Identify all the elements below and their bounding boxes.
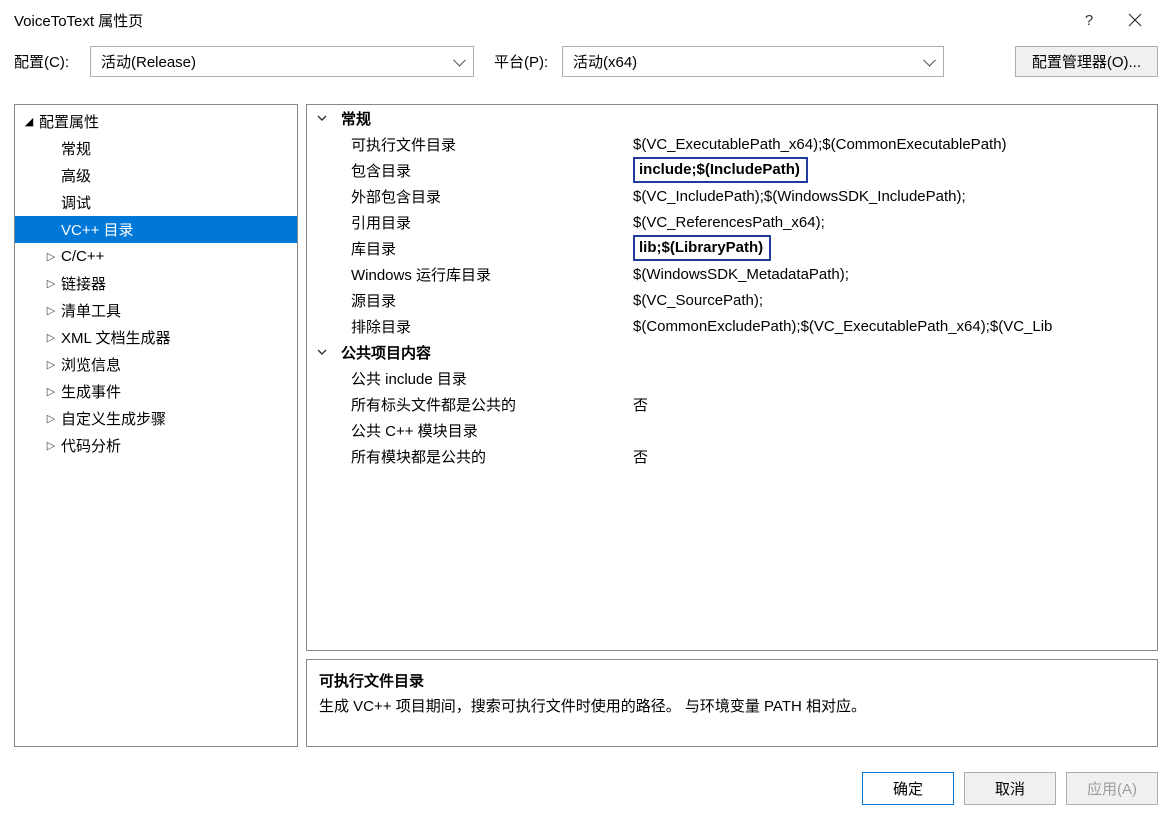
tree-item[interactable]: ▷清单工具 bbox=[15, 297, 297, 324]
tree-item-label: 代码分析 bbox=[61, 435, 121, 456]
tree-item-label: 调试 bbox=[61, 192, 91, 213]
tree-item-label: 自定义生成步骤 bbox=[61, 408, 166, 429]
tree-item-label: 清单工具 bbox=[61, 300, 121, 321]
property-value: $(CommonExcludePath);$(VC_ExecutablePath… bbox=[633, 318, 1052, 335]
tree-item[interactable]: VC++ 目录 bbox=[15, 216, 297, 243]
property-row[interactable]: 引用目录$(VC_ReferencesPath_x64); bbox=[307, 209, 1157, 235]
close-icon bbox=[1128, 13, 1142, 27]
property-row[interactable]: 外部包含目录$(VC_IncludePath);$(WindowsSDK_Inc… bbox=[307, 183, 1157, 209]
close-button[interactable] bbox=[1112, 0, 1158, 40]
description-box: 可执行文件目录 生成 VC++ 项目期间，搜索可执行文件时使用的路径。 与环境变… bbox=[306, 659, 1158, 747]
property-value: $(VC_ReferencesPath_x64); bbox=[633, 214, 825, 231]
dialog-buttons: 确定 取消 应用(A) bbox=[862, 772, 1158, 805]
property-row[interactable]: 所有模块都是公共的否 bbox=[307, 443, 1157, 469]
tree-item-label: XML 文档生成器 bbox=[61, 327, 170, 348]
tree-item[interactable]: ▷C/C++ bbox=[15, 243, 297, 270]
tree-item[interactable]: ▷代码分析 bbox=[15, 432, 297, 459]
property-key: 库目录 bbox=[337, 238, 629, 259]
platform-label: 平台(P): bbox=[494, 51, 552, 72]
property-row[interactable]: 可执行文件目录$(VC_ExecutablePath_x64);$(Common… bbox=[307, 131, 1157, 157]
property-key: 公共 C++ 模块目录 bbox=[337, 420, 629, 441]
chevron-right-icon: ▷ bbox=[43, 412, 59, 425]
category-tree[interactable]: ◢配置属性常规高级调试VC++ 目录▷C/C++▷链接器▷清单工具▷XML 文档… bbox=[14, 104, 298, 747]
property-row[interactable]: 包含目录include;$(IncludePath) bbox=[307, 157, 1157, 183]
property-key: 引用目录 bbox=[337, 212, 629, 233]
property-key: 所有模块都是公共的 bbox=[337, 446, 629, 467]
tree-item-label: 生成事件 bbox=[61, 381, 121, 402]
property-value: $(VC_IncludePath);$(WindowsSDK_IncludePa… bbox=[633, 188, 966, 205]
property-row[interactable]: 公共 C++ 模块目录 bbox=[307, 417, 1157, 443]
property-group-header[interactable]: 公共项目内容 bbox=[307, 339, 1157, 365]
chevron-down-icon bbox=[307, 113, 337, 123]
chevron-right-icon: ▷ bbox=[43, 358, 59, 371]
tree-item[interactable]: ▷浏览信息 bbox=[15, 351, 297, 378]
property-value: $(VC_SourcePath); bbox=[633, 292, 763, 309]
property-key: 外部包含目录 bbox=[337, 186, 629, 207]
property-group-header[interactable]: 常规 bbox=[307, 105, 1157, 131]
chevron-right-icon: ▷ bbox=[43, 439, 59, 452]
tree-item-label: VC++ 目录 bbox=[61, 219, 134, 240]
property-row[interactable]: 所有标头文件都是公共的否 bbox=[307, 391, 1157, 417]
property-key: Windows 运行库目录 bbox=[337, 264, 629, 285]
tree-item-label: 高级 bbox=[61, 165, 91, 186]
property-value: $(WindowsSDK_MetadataPath); bbox=[633, 266, 849, 283]
configuration-bar: 配置(C): 活动(Release) 平台(P): 活动(x64) 配置管理器(… bbox=[0, 40, 1172, 95]
tree-item-label: 链接器 bbox=[61, 273, 106, 294]
description-title: 可执行文件目录 bbox=[319, 670, 1145, 691]
tree-item[interactable]: 调试 bbox=[15, 189, 297, 216]
tree-root[interactable]: ◢配置属性 bbox=[15, 108, 297, 135]
property-key: 可执行文件目录 bbox=[337, 134, 629, 155]
property-row[interactable]: 排除目录$(CommonExcludePath);$(VC_Executable… bbox=[307, 313, 1157, 339]
tree-item[interactable]: ▷自定义生成步骤 bbox=[15, 405, 297, 432]
configuration-value: 活动(Release) bbox=[101, 51, 196, 72]
tree-item[interactable]: ▷生成事件 bbox=[15, 378, 297, 405]
property-value: lib;$(LibraryPath) bbox=[633, 235, 771, 261]
platform-select[interactable]: 活动(x64) bbox=[562, 46, 944, 77]
property-grid[interactable]: 常规可执行文件目录$(VC_ExecutablePath_x64);$(Comm… bbox=[306, 104, 1158, 651]
window-title: VoiceToText 属性页 bbox=[14, 10, 143, 31]
tree-item[interactable]: ▷XML 文档生成器 bbox=[15, 324, 297, 351]
ok-button[interactable]: 确定 bbox=[862, 772, 954, 805]
property-key: 包含目录 bbox=[337, 160, 629, 181]
description-body: 生成 VC++ 项目期间，搜索可执行文件时使用的路径。 与环境变量 PATH 相… bbox=[319, 695, 1145, 716]
property-row[interactable]: Windows 运行库目录$(WindowsSDK_MetadataPath); bbox=[307, 261, 1157, 287]
cancel-button[interactable]: 取消 bbox=[964, 772, 1056, 805]
chevron-down-icon bbox=[307, 347, 337, 357]
chevron-right-icon: ▷ bbox=[43, 385, 59, 398]
tree-item[interactable]: 高级 bbox=[15, 162, 297, 189]
property-key: 排除目录 bbox=[337, 316, 629, 337]
chevron-down-icon: ◢ bbox=[21, 115, 37, 128]
tree-item-label: 浏览信息 bbox=[61, 354, 121, 375]
chevron-right-icon: ▷ bbox=[43, 331, 59, 344]
property-key: 公共 include 目录 bbox=[337, 368, 629, 389]
property-value: 否 bbox=[633, 397, 648, 414]
property-row[interactable]: 源目录$(VC_SourcePath); bbox=[307, 287, 1157, 313]
configuration-select[interactable]: 活动(Release) bbox=[90, 46, 474, 77]
configuration-label: 配置(C): bbox=[14, 51, 80, 72]
help-button[interactable]: ? bbox=[1066, 0, 1112, 40]
property-panel: 常规可执行文件目录$(VC_ExecutablePath_x64);$(Comm… bbox=[306, 104, 1158, 747]
chevron-right-icon: ▷ bbox=[43, 304, 59, 317]
property-key: 所有标头文件都是公共的 bbox=[337, 394, 629, 415]
title-bar: VoiceToText 属性页 ? bbox=[0, 0, 1172, 40]
tree-item-label: C/C++ bbox=[61, 248, 104, 265]
property-value: include;$(IncludePath) bbox=[633, 157, 808, 183]
property-value: 否 bbox=[633, 449, 648, 466]
property-row[interactable]: 库目录lib;$(LibraryPath) bbox=[307, 235, 1157, 261]
platform-value: 活动(x64) bbox=[573, 51, 637, 72]
chevron-right-icon: ▷ bbox=[43, 277, 59, 290]
apply-button[interactable]: 应用(A) bbox=[1066, 772, 1158, 805]
property-key: 源目录 bbox=[337, 290, 629, 311]
tree-item[interactable]: 常规 bbox=[15, 135, 297, 162]
configuration-manager-button[interactable]: 配置管理器(O)... bbox=[1015, 46, 1158, 77]
main-panel: ◢配置属性常规高级调试VC++ 目录▷C/C++▷链接器▷清单工具▷XML 文档… bbox=[14, 104, 1158, 747]
tree-item-label: 常规 bbox=[61, 138, 91, 159]
property-value: $(VC_ExecutablePath_x64);$(CommonExecuta… bbox=[633, 136, 1007, 153]
tree-item[interactable]: ▷链接器 bbox=[15, 270, 297, 297]
property-row[interactable]: 公共 include 目录 bbox=[307, 365, 1157, 391]
chevron-right-icon: ▷ bbox=[43, 250, 59, 263]
